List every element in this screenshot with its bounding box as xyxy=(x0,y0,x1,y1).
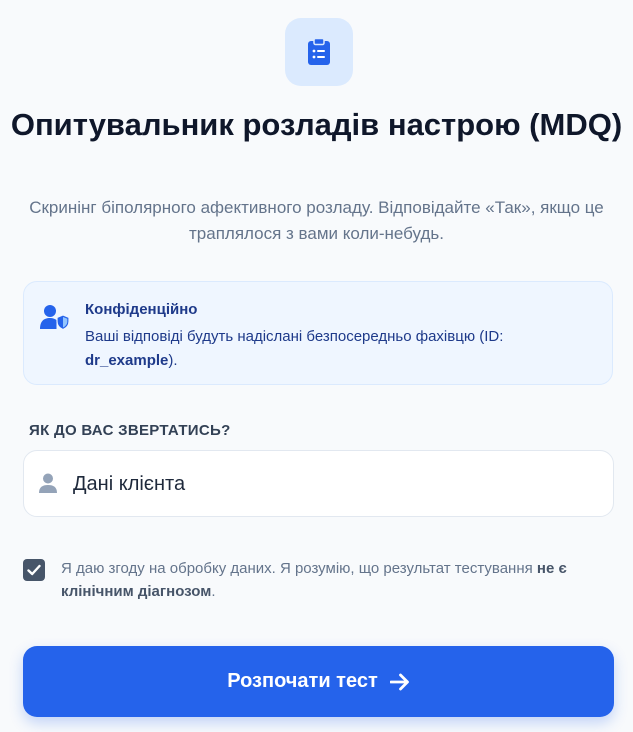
start-test-label: Розпочати тест xyxy=(227,670,378,692)
name-field[interactable] xyxy=(23,450,614,517)
start-test-button[interactable]: Розпочати тест xyxy=(23,646,614,717)
client-name-input[interactable] xyxy=(73,463,593,505)
clipboard-list-icon xyxy=(308,38,330,65)
checkmark-icon xyxy=(27,564,41,576)
arrow-right-icon xyxy=(389,673,410,691)
privacy-notice: Конфіденційно Ваші відповіді будуть наді… xyxy=(23,281,613,385)
privacy-title: Конфіденційно xyxy=(85,301,198,318)
page-subtitle: Скринінг біполярного афективного розладу… xyxy=(29,198,604,243)
specialist-id: dr_example xyxy=(85,352,169,369)
user-shield-icon xyxy=(40,305,70,330)
name-field-label: ЯК ДО ВАС ЗВЕРТАТИСЬ? xyxy=(29,422,231,439)
app-logo xyxy=(285,18,353,86)
consent-text[interactable]: Я даю згоду на обробку даних. Я розумію,… xyxy=(61,557,601,603)
user-icon xyxy=(39,473,57,493)
page-title: Опитувальник розладів настрою (MDQ) xyxy=(10,107,623,142)
consent-checkbox[interactable] xyxy=(23,559,45,581)
privacy-text: Ваші відповіді будуть надіслані безпосер… xyxy=(85,328,504,369)
